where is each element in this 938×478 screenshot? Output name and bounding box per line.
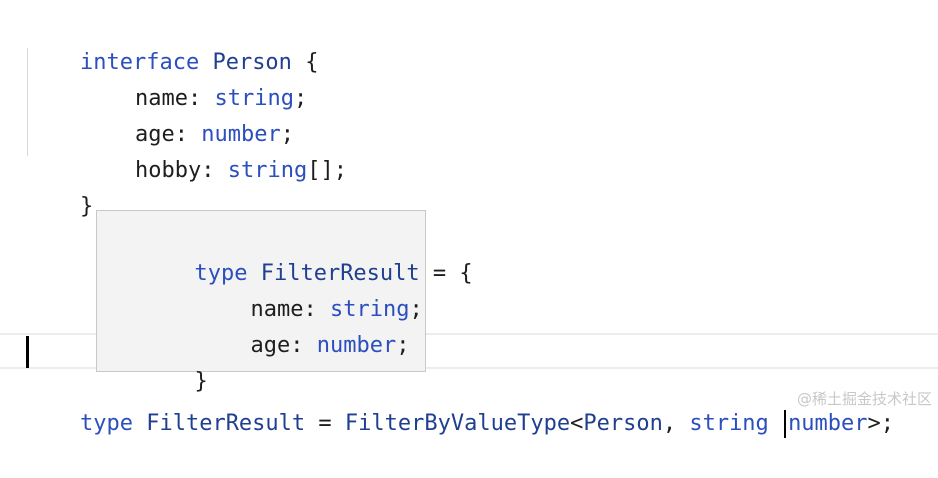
generic-function-name: FilterByValueType <box>344 411 571 436</box>
keyword: type <box>79 411 133 436</box>
tooltip-line-4: } <box>115 328 207 394</box>
code-line-1[interactable]: interface Person { <box>27 9 318 75</box>
tooltip-line-2: name: string; <box>171 256 422 322</box>
angle-open: < <box>570 411 584 436</box>
watermark: @稀土掘金技术社区 <box>796 390 932 408</box>
code-line-bottom[interactable]: type FilterResult = FilterByValueType<Pe… <box>27 370 894 438</box>
type-name: FilterResult <box>146 411 306 436</box>
property-name: age <box>250 333 291 358</box>
equals: = <box>432 261 447 286</box>
code-line-5[interactable]: } <box>27 153 93 219</box>
brace: { <box>459 261 473 286</box>
hover-tooltip: type FilterResult = { name: string; age:… <box>96 210 473 394</box>
type-arg-string: string <box>689 411 769 436</box>
semicolon: ; <box>396 333 410 358</box>
array-suffix: []; <box>307 158 347 183</box>
equals: = <box>318 411 332 436</box>
angle-close: >; <box>867 411 895 436</box>
comma: , <box>662 411 677 436</box>
text-cursor <box>784 410 787 438</box>
semicolon: ; <box>409 297 423 322</box>
tooltip-line-1: type FilterResult = { <box>115 220 472 286</box>
code-line-4[interactable]: hobby: string[]; <box>82 117 347 183</box>
type-arg-1: Person <box>583 411 663 436</box>
colon: : <box>201 158 215 183</box>
type-annotation: number <box>316 333 397 358</box>
tooltip-line-3: age: number; <box>171 292 409 358</box>
colon: : <box>290 333 304 358</box>
property-name: hobby <box>134 158 202 183</box>
code-line-3[interactable]: age: number; <box>82 81 294 147</box>
code-line-2[interactable]: name: string; <box>82 45 307 111</box>
type-annotation: string <box>227 158 308 183</box>
code-editor[interactable]: interface Person { name: string; age: nu… <box>0 0 938 438</box>
type-arg-number: number <box>788 411 868 436</box>
semicolon: ; <box>293 86 308 111</box>
block-cursor <box>26 336 29 368</box>
brace: } <box>79 194 94 219</box>
